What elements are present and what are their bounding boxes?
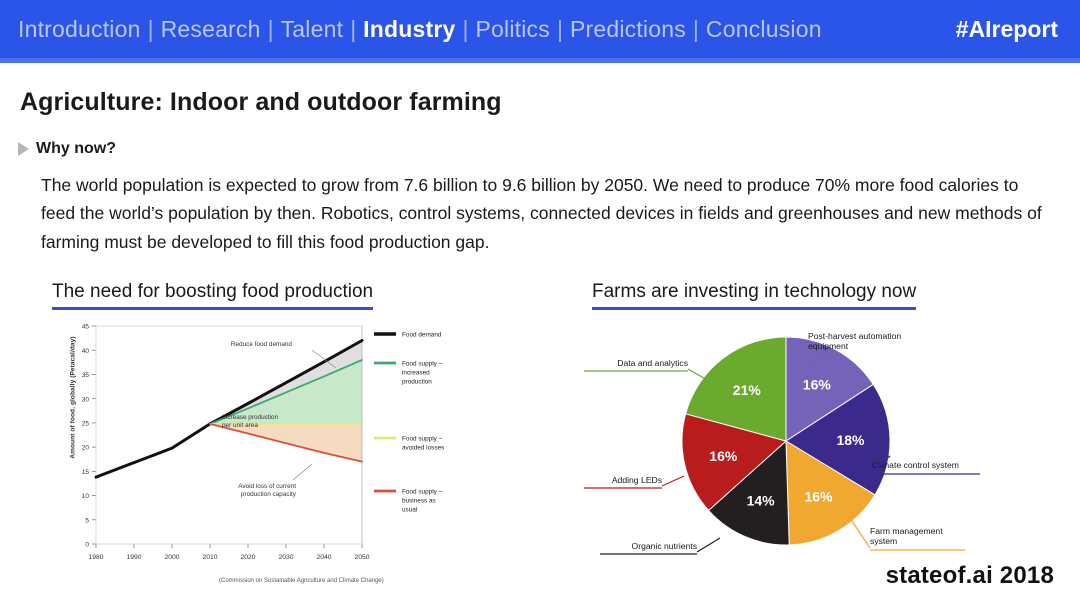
line-chart-legend-label: usual — [402, 507, 417, 514]
line-chart-x-tick: 2050 — [354, 554, 369, 561]
pie-value-label: 18% — [836, 432, 865, 448]
pie-callout-label: equipment — [808, 341, 849, 351]
pie-callout-label: system — [870, 536, 897, 546]
line-chart-x-tick: 2040 — [316, 554, 331, 561]
nav-item-conclusion[interactable]: Conclusion — [706, 17, 822, 41]
line-chart-legend-label: avoided losses — [402, 445, 444, 452]
pie-callout-label: Adding LEDs — [612, 475, 662, 485]
triangle-bullet-icon — [18, 142, 29, 156]
footer-brand: stateof.ai 2018 — [885, 562, 1054, 589]
line-chart-legend-label: Food demand — [402, 332, 442, 339]
pie-callout-label: Farm management — [870, 526, 943, 536]
nav-item-list: Introduction | Research | Talent | Indus… — [18, 15, 942, 42]
nav-item-research[interactable]: Research — [161, 17, 261, 41]
pie-value-label: 16% — [709, 448, 738, 464]
line-chart-x-tick: 2030 — [278, 554, 293, 561]
why-now-label: Why now? — [36, 140, 116, 157]
line-chart-x-tick: 2020 — [240, 554, 255, 561]
pie-value-label: 14% — [747, 492, 776, 508]
line-chart-x-tick: 2000 — [164, 554, 179, 561]
nav-separator: | — [556, 15, 563, 42]
line-chart-legend-label: increased — [402, 370, 430, 377]
line-chart-y-tick: 10 — [82, 493, 90, 500]
line-chart: Amount of food, globally (Petacal/day) 0… — [44, 316, 464, 596]
why-now-heading: Why now? — [18, 140, 116, 158]
page-title: Agriculture: Indoor and outdoor farming — [20, 88, 502, 116]
nav-separator: | — [692, 15, 699, 42]
line-chart-y-tick: 5 — [85, 517, 89, 524]
line-chart-y-tick: 35 — [82, 372, 90, 379]
line-chart-legend-label: production — [402, 379, 432, 386]
line-chart-x-tick: 1990 — [126, 554, 141, 561]
line-chart-source-note: (Commission on Sustainable Agriculture a… — [219, 578, 384, 584]
right-chart-heading: Farms are investing in technology now — [592, 281, 917, 310]
report-hashtag: #AIreport — [955, 15, 1058, 42]
line-chart-legend-label: Food supply – — [402, 361, 443, 368]
pie-callout-label: Data and analytics — [617, 358, 688, 368]
line-chart-annotation: production capacity — [241, 491, 297, 498]
body-paragraph: The world population is expected to grow… — [41, 175, 1042, 252]
top-navigation-bar: Introduction | Research | Talent | Indus… — [0, 0, 1080, 58]
pie-chart-svg: 16% 18% 16% 14% 16% 21% Post-harvest automati… — [584, 331, 980, 555]
pie-value-label: 21% — [733, 382, 762, 398]
line-chart-legend-label: Food supply – — [402, 489, 443, 496]
pie-value-label: 16% — [804, 489, 833, 505]
nav-item-predictions[interactable]: Predictions — [570, 17, 686, 41]
nav-separator: | — [462, 15, 469, 42]
line-chart-annotation: Increase production — [222, 414, 279, 421]
pie-chart: 16% 18% 16% 14% 16% 21% Post-harvest automati… — [560, 316, 1080, 586]
nav-item-introduction[interactable]: Introduction — [18, 17, 141, 41]
line-chart-svg: 0 5 10 15 20 25 30 35 40 45 1980 1990 2000 2010 2020 20… — [82, 324, 445, 561]
line-chart-y-tick: 20 — [82, 445, 90, 452]
slide-root: Introduction | Research | Talent | Indus… — [0, 0, 1080, 608]
line-chart-y-tick: 25 — [82, 420, 90, 427]
nav-item-politics[interactable]: Politics — [476, 17, 550, 41]
nav-separator: | — [147, 15, 154, 42]
nav-underline — [0, 58, 1080, 63]
left-chart-heading: The need for boosting food production — [52, 281, 374, 310]
line-chart-y-tick: 40 — [82, 348, 90, 355]
line-chart-y-tick: 15 — [82, 469, 90, 476]
pie-callout-label: Organic nutrients — [632, 541, 697, 551]
line-chart-y-tick: 45 — [82, 324, 90, 331]
nav-item-talent[interactable]: Talent — [281, 17, 344, 41]
line-chart-x-tick: 1980 — [88, 554, 103, 561]
line-chart-y-tick: 0 — [85, 542, 89, 549]
line-chart-legend: Food demand Food supply – increased product… — [374, 332, 444, 514]
pie-callout-label: Post-harvest automation — [808, 331, 901, 341]
line-chart-annotation: per unit area — [222, 422, 258, 429]
pie-value-label: 16% — [803, 376, 832, 392]
line-chart-legend-label: business as — [402, 498, 436, 505]
nav-separator: | — [267, 15, 274, 42]
line-chart-annotation: Avoid loss of current — [238, 483, 296, 490]
nav-item-industry[interactable]: Industry — [363, 17, 455, 41]
line-chart-x-tick: 2010 — [202, 554, 217, 561]
line-chart-legend-label: Food supply – — [402, 436, 443, 443]
pie-callout-label: Climate control system — [872, 460, 959, 470]
line-chart-y-tick: 30 — [82, 396, 90, 403]
line-chart-annotation: Reduce food demand — [231, 341, 293, 348]
nav-separator: | — [350, 15, 357, 42]
